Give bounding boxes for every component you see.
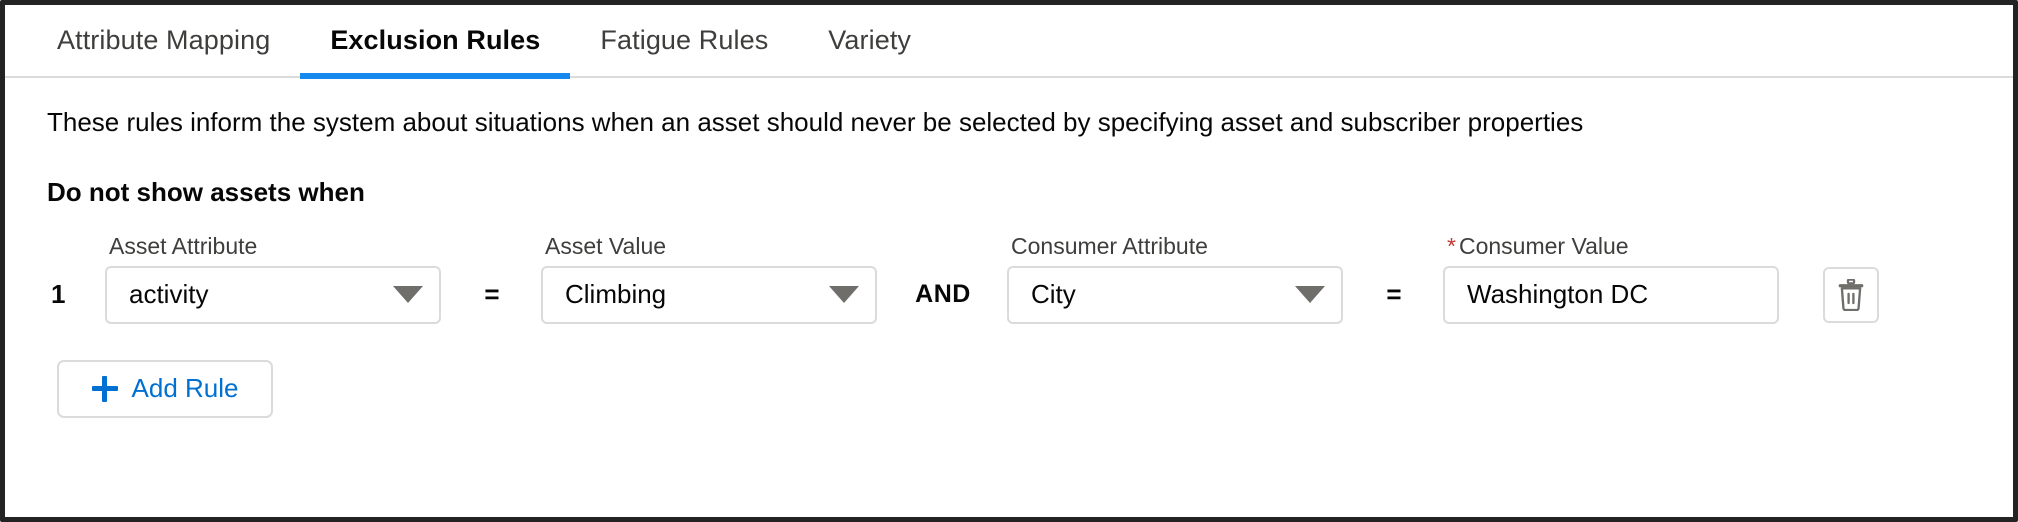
operator-1-cell: = [459,279,525,310]
rules-list: Asset Attribute Asset Value Consumer Att… [47,230,2013,418]
delete-rule-button[interactable] [1823,266,1879,323]
asset-attribute-cell: activity [89,265,459,324]
consumer-value-text: Washington DC [1467,279,1649,309]
conjunction-and: AND [915,280,971,308]
operator-2-cell: = [1361,279,1427,310]
tab-bar: Attribute Mapping Exclusion Rules Fatigu… [5,5,2013,79]
asset-value-cell: Climbing [525,265,895,324]
field-label: Consumer Attribute [1011,233,1208,259]
operator-equals: = [1386,279,1402,309]
tab-variety[interactable]: Variety [798,5,941,77]
asset-value-dropdown[interactable]: Climbing [541,265,877,324]
field-label: Asset Value [545,233,667,259]
consumer-attribute-value: City [1031,279,1076,309]
field-label: Asset Attribute [109,233,258,259]
chevron-down-icon [1295,286,1325,303]
header-asset-attribute: Asset Attribute [89,233,459,260]
field-label: * Consumer Value [1427,233,1797,260]
delete-cell [1797,266,1879,323]
header-consumer-attribute: Consumer Attribute [991,233,1361,260]
consumer-attribute-cell: City [991,265,1361,324]
operator-equals: = [484,279,500,309]
exclusion-rules-panel: Attribute Mapping Exclusion Rules Fatigu… [0,0,2018,522]
consumer-value-cell: Washington DC [1427,265,1797,324]
plus-icon [91,375,118,402]
consumer-value-input[interactable]: Washington DC [1443,265,1779,324]
asset-attribute-value: activity [129,279,209,309]
conjunction-cell: AND [895,280,991,309]
add-rule-label: Add Rule [131,373,239,403]
chevron-down-icon [829,286,859,303]
required-asterisk: * [1447,233,1456,259]
tab-label: Variety [828,25,912,55]
rule-index: 1 [51,279,66,309]
consumer-attribute-dropdown[interactable]: City [1007,265,1343,324]
rule-column-headers: Asset Attribute Asset Value Consumer Att… [47,230,2013,264]
rule-index-cell: 1 [47,279,89,310]
panel-description: These rules inform the system about situ… [47,107,1584,137]
add-rule-button[interactable]: Add Rule [57,359,273,418]
tab-attribute-mapping[interactable]: Attribute Mapping [27,5,300,77]
tab-exclusion-rules[interactable]: Exclusion Rules [300,5,571,79]
asset-value-value: Climbing [565,279,667,309]
trash-icon [1836,278,1866,311]
tab-label: Attribute Mapping [57,25,271,55]
tab-fatigue-rules[interactable]: Fatigue Rules [570,5,798,77]
section-heading: Do not show assets when [47,176,365,207]
panel-content: These rules inform the system about situ… [5,78,2013,418]
header-asset-value: Asset Value [525,233,895,260]
table-row: 1 activity = Climbing AND City = Washing… [47,264,2013,326]
chevron-down-icon [393,286,423,303]
asset-attribute-dropdown[interactable]: activity [105,265,441,324]
header-consumer-value: * Consumer Value [1427,233,1797,260]
field-label-text: Consumer Value [1458,233,1629,259]
tab-label: Fatigue Rules [600,25,769,55]
tab-label: Exclusion Rules [330,25,541,55]
